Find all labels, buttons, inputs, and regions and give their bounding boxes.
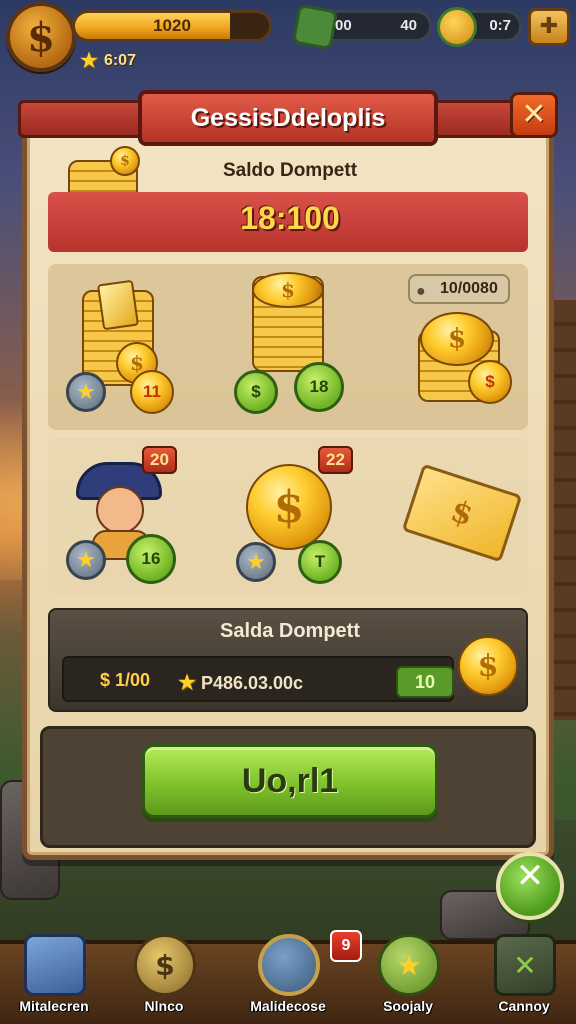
shop-icon xyxy=(258,934,320,996)
tools-button[interactable]: ✕ xyxy=(496,852,564,920)
nav-item-cannoy[interactable]: ✕ Cannoy xyxy=(474,930,574,1024)
star-badge-icon: ★ xyxy=(66,372,106,412)
coin-bag-icon: ● xyxy=(416,283,426,300)
nav-item-malidecose[interactable]: Malidecose xyxy=(238,930,338,1024)
confirm-button[interactable]: Uo,rl1 xyxy=(142,744,438,818)
balance-value: 18:100 xyxy=(240,200,340,236)
coin-icon: $ xyxy=(458,636,518,696)
dialog-title: GessisDdeloplis xyxy=(138,90,438,146)
xp-progress-bar: 1020 xyxy=(72,10,272,42)
nav-item-soojaly[interactable]: ★ Soojaly xyxy=(358,930,458,1024)
summary-coins: $ 1/00 xyxy=(100,670,151,690)
summary-label: Salda Dompett xyxy=(219,620,361,642)
resource-counter-coins[interactable]: 0:7 xyxy=(437,7,522,47)
resource-value-secondary: 40 xyxy=(400,17,417,34)
gold-coin-icon xyxy=(437,7,477,47)
price-tag: ● 10/0080 xyxy=(408,274,510,304)
star-icon: ★ xyxy=(80,50,98,72)
green-badge: 16 xyxy=(126,534,176,584)
nav-item-nlnco[interactable]: $ Nlnco xyxy=(114,930,214,1024)
player-coin-icon[interactable]: $ xyxy=(6,2,76,72)
star-icon: ★ xyxy=(378,934,440,996)
nav-item-mitalecren[interactable]: Mitalecren xyxy=(4,930,104,1024)
gold-bar-icon xyxy=(96,279,140,331)
stars-counter: ★ 6:07 xyxy=(80,48,136,73)
shield-icon xyxy=(291,3,339,51)
stars-value: 6:07 xyxy=(103,51,136,69)
star-badge-icon: ★ xyxy=(236,542,276,582)
nav-label: Cannoy xyxy=(498,998,550,1014)
level-tag: 22 xyxy=(318,446,353,474)
level-tag: 20 xyxy=(142,446,177,474)
coin-icon: $ xyxy=(420,312,494,366)
coin-badge: 11 xyxy=(130,370,174,414)
summary-total-value: P486.03.00c xyxy=(200,673,304,693)
balance-label: Saldo Dompett xyxy=(222,160,358,181)
coin-badge: $ xyxy=(468,360,512,404)
item-count: 18 xyxy=(309,377,329,396)
item-count: 16 xyxy=(141,549,161,568)
menu-button[interactable]: ✚ xyxy=(528,8,570,46)
star-badge-icon: ★ xyxy=(66,540,106,580)
settings-icon: ✕ xyxy=(494,934,556,996)
nav-label: Nlnco xyxy=(144,998,184,1014)
coin-icon: $ xyxy=(134,934,196,996)
nav-label: Soojaly xyxy=(383,998,433,1014)
nav-label: Mitalecren xyxy=(19,998,89,1014)
close-button[interactable]: ✕ xyxy=(510,92,558,138)
big-coin-item[interactable]: $ xyxy=(246,464,332,550)
resource-value: 00 xyxy=(335,17,352,34)
price-value: 10/0080 xyxy=(440,280,498,297)
green-badge: 18 xyxy=(294,362,344,412)
currency-symbol: $ xyxy=(485,372,495,391)
summary-bonus: 10 xyxy=(396,666,454,698)
green-coin-icon: $ xyxy=(234,370,278,414)
dollar-icon: $ xyxy=(27,13,55,61)
item-label: T xyxy=(314,552,326,571)
summary-total: ★ P486.03.00c xyxy=(178,670,303,695)
resource-counter-energy[interactable]: 00 40 xyxy=(291,3,432,51)
face-icon xyxy=(96,486,144,534)
green-badge: T xyxy=(298,540,342,584)
nav-label: Malidecose xyxy=(250,998,326,1014)
coin-icon: $ xyxy=(110,146,140,176)
chest-icon xyxy=(24,934,86,996)
star-icon: ★ xyxy=(178,672,196,694)
coin-icon: $ xyxy=(252,272,324,308)
item-count: 11 xyxy=(143,382,161,401)
xp-progress-value: 1020 xyxy=(153,16,191,35)
resource-value: 0:7 xyxy=(489,17,511,34)
